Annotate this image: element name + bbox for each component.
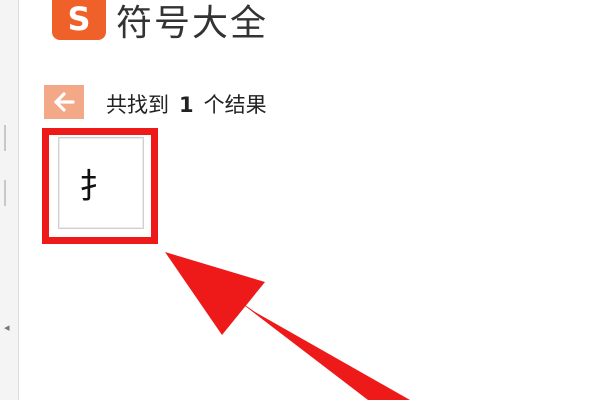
arrow-head: [165, 252, 265, 335]
arrow-shaft: [232, 296, 410, 400]
red-arrow-annotation: [165, 252, 410, 400]
